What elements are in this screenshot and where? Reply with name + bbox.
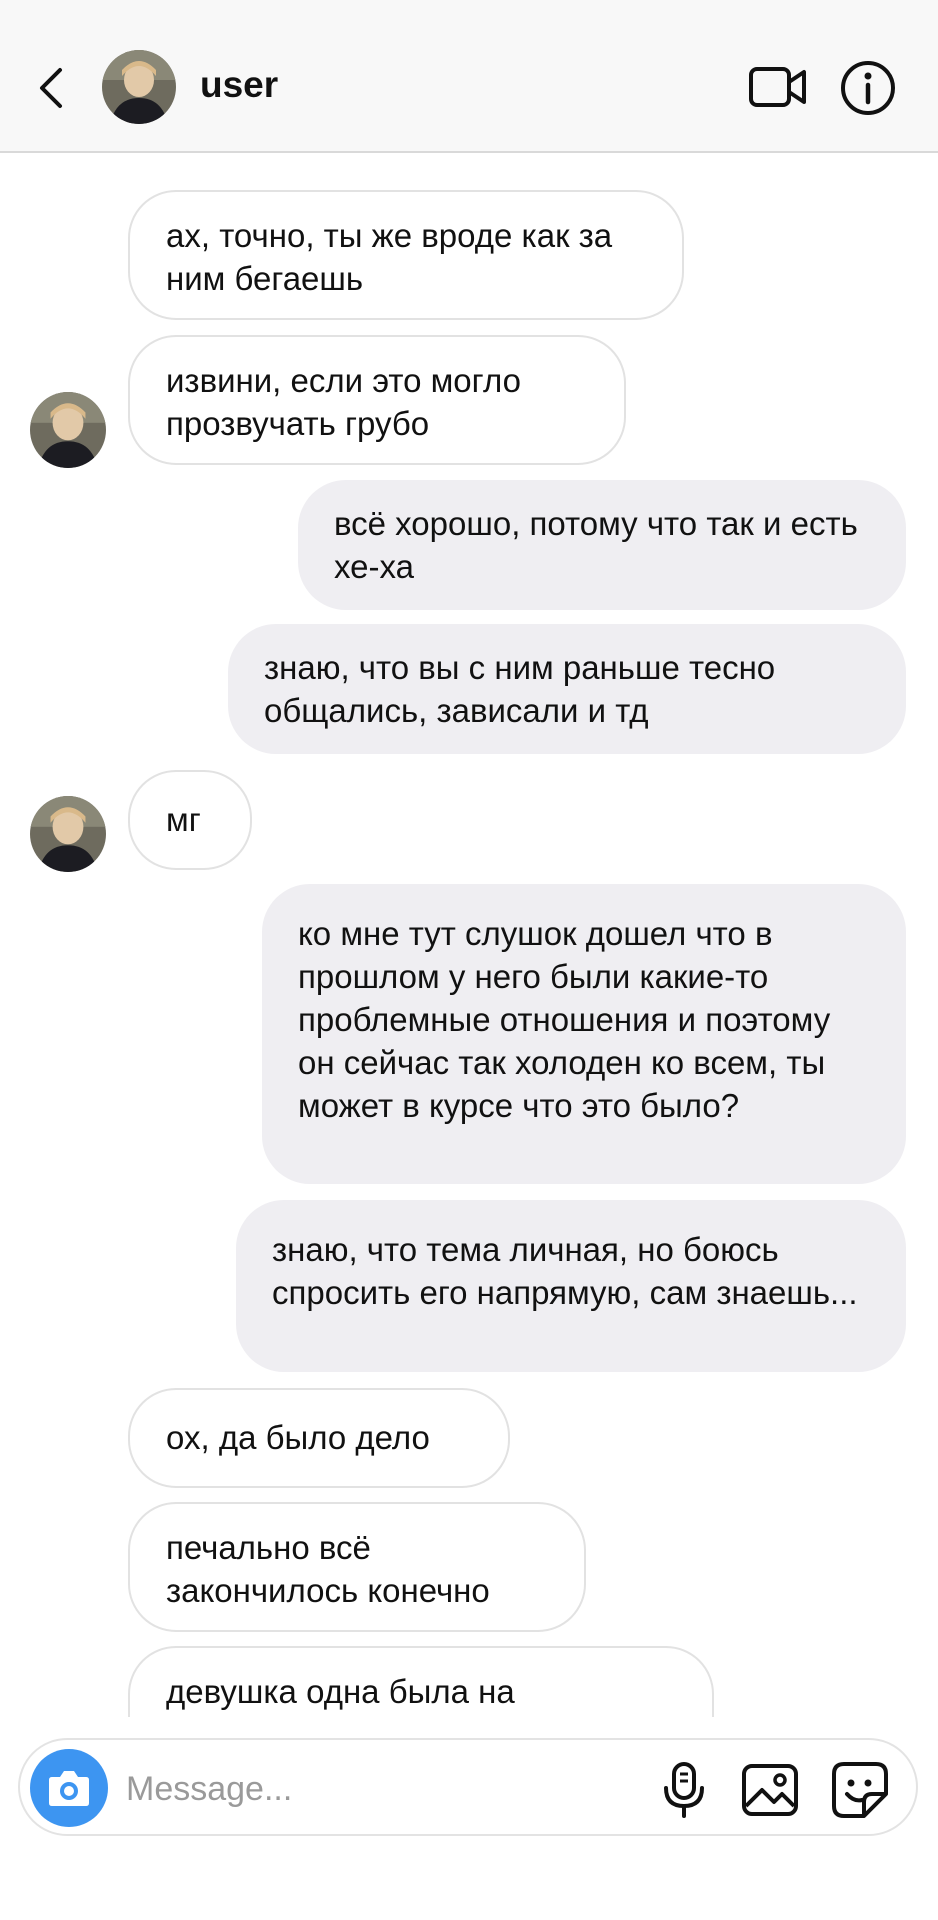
gallery-button[interactable] (740, 1762, 800, 1818)
back-button[interactable] (32, 60, 72, 116)
sender-avatar[interactable] (30, 796, 106, 872)
video-call-button[interactable] (748, 62, 808, 112)
incoming-message[interactable]: девушка одна была на (128, 1646, 714, 1717)
incoming-message[interactable]: печально всё закончилось конечно (128, 1502, 586, 1632)
incoming-message[interactable]: мг (128, 770, 252, 870)
sticker-button[interactable] (830, 1760, 890, 1820)
incoming-message[interactable]: извини, если это могло прозвучать грубо (128, 335, 626, 465)
chevron-left-icon (40, 68, 62, 108)
sender-avatar[interactable] (30, 392, 106, 468)
info-button[interactable] (840, 60, 896, 116)
outgoing-message[interactable]: ко мне тут слушок дошел что в прошлом у … (262, 884, 906, 1184)
video-camera-icon (749, 67, 806, 107)
conversation-title[interactable]: user (200, 64, 278, 106)
outgoing-message[interactable]: знаю, что вы с ним раньше тесно общались… (228, 624, 906, 754)
gallery-icon (742, 1764, 798, 1816)
microphone-icon (664, 1762, 704, 1818)
message-input[interactable] (124, 1762, 568, 1816)
sticker-icon (832, 1762, 888, 1818)
message-thread[interactable]: ах, точно, ты же вроде как за ним бегаеш… (0, 152, 938, 1717)
voice-message-button[interactable] (656, 1760, 712, 1820)
message-composer (18, 1738, 918, 1836)
outgoing-message[interactable]: знаю, что тема личная, но боюсь спросить… (236, 1200, 906, 1372)
camera-icon (49, 1771, 89, 1806)
incoming-message[interactable]: ах, точно, ты же вроде как за ним бегаеш… (128, 190, 684, 320)
avatar[interactable] (102, 50, 176, 124)
chat-header: user (0, 0, 938, 153)
info-icon (841, 61, 895, 115)
camera-button[interactable] (30, 1749, 108, 1827)
incoming-message[interactable]: ох, да было дело (128, 1388, 510, 1488)
outgoing-message[interactable]: всё хорошо, потому что так и есть хе-ха (298, 480, 906, 610)
